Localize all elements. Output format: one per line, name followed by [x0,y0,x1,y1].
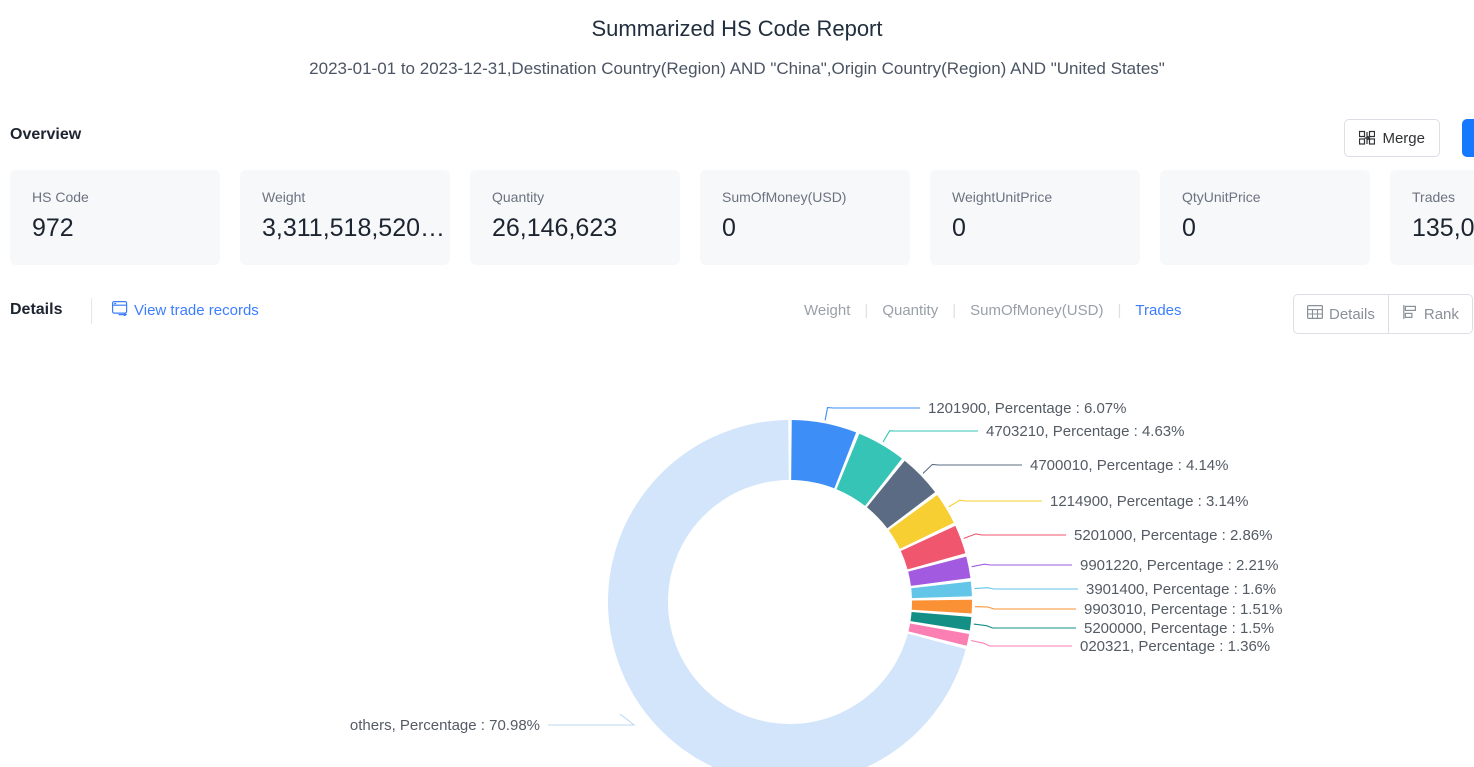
donut-leader-line [948,499,1042,508]
merge-cells-icon [1359,130,1376,146]
donut-slice-label: 9903010, Percentage : 1.51% [1084,601,1283,618]
donut-leader-line [970,639,1072,647]
donut-leader-line [548,713,636,726]
donut-leader-line [824,407,920,421]
bar-rank-icon [1402,304,1418,324]
stat-card-value: 0 [722,214,736,242]
donut-slice-label: 4700010, Percentage : 4.14% [1030,457,1229,474]
stat-card-value: 972 [32,214,74,242]
stat-card-sumofmoney-usd: SumOfMoney(USD) 0 [700,170,910,265]
merge-button-label: Merge [1382,129,1425,147]
stat-card-weightunitprice: WeightUnitPrice 0 [930,170,1140,265]
view-mode-toggle: Details Rank [1293,294,1473,334]
donut-slice-label: 1201900, Percentage : 6.07% [928,400,1127,417]
stat-card-weight: Weight 3,311,518,520… [240,170,450,265]
donut-slice-label: 9901220, Percentage : 2.21% [1080,557,1279,574]
metric-tab-sumofmoney-usd[interactable]: SumOfMoney(USD) [956,302,1117,319]
table-grid-icon [1307,304,1324,324]
stat-card-label: HS Code [32,189,89,205]
details-label: Details [10,301,63,318]
stat-card-label: Quantity [492,189,545,205]
donut-slice[interactable] [911,599,973,614]
stat-card-value: 26,146,623 [492,214,618,242]
stat-card-label: WeightUnitPrice [952,189,1053,205]
stat-card-hs-code: HS Code 972 [10,170,220,265]
donut-slice-label: 020321, Percentage : 1.36% [1080,638,1270,655]
metric-tab-list: Weight | Quantity | SumOfMoney(USD) | Trades [790,302,1196,319]
donut-slice-label: 5201000, Percentage : 2.86% [1074,527,1273,544]
stat-card-label: QtyUnitPrice [1182,189,1261,205]
stat-card-trades: Trades 135,050 [1390,170,1474,265]
donut-chart-svg: 1201900, Percentage : 6.07% 4703210, Perc… [350,400,1283,767]
overview-label: Overview [10,126,82,143]
stat-card-value: 3,311,518,520… [262,214,446,242]
details-divider [91,298,92,324]
view-mode-rank[interactable]: Rank [1389,295,1472,333]
report-page: Summarized HS Code Report 2023-01-01 to … [0,0,1474,767]
view-mode-details[interactable]: Details [1294,295,1389,333]
overview-stat-cards: HS Code 972 Weight 3,311,518,520… Quantity 26… [10,170,1474,265]
hs-code-donut-chart: 1201900, Percentage : 6.07% 4703210, Perc… [0,340,1474,767]
donut-slice-label: 5200000, Percentage : 1.5% [1084,620,1274,637]
view-trade-records-link[interactable]: View trade records [112,301,259,320]
donut-slice-label: 4703210, Percentage : 4.63% [986,423,1185,440]
donut-leader-line [974,587,1078,590]
stat-card-qtyunitprice: QtyUnitPrice 0 [1160,170,1370,265]
metric-tab-weight[interactable]: Weight [790,302,864,319]
stat-card-quantity: Quantity 26,146,623 [470,170,680,265]
metric-tab-trades[interactable]: Trades [1121,302,1195,319]
donut-leader-line [971,563,1072,568]
stat-card-label: Trades [1412,189,1456,205]
donut-slice-label: 1214900, Percentage : 3.14% [1050,493,1249,510]
metric-tab-quantity[interactable]: Quantity [868,302,952,319]
donut-leader-line [922,463,1022,474]
donut-leader-line [974,606,1076,610]
stat-card-value: 0 [1182,214,1196,242]
details-header: Details View trade records Weight | Quanti… [0,294,1474,336]
view-mode-details-label: Details [1329,305,1375,323]
view-trade-records-label: View trade records [134,302,259,319]
primary-action-button-clipped[interactable] [1462,119,1474,157]
stat-card-value: 0 [952,214,966,242]
merge-button[interactable]: Merge [1344,119,1440,157]
view-mode-rank-label: Rank [1423,305,1459,323]
donut-leader-line [882,430,978,443]
page-subtitle: 2023-01-01 to 2023-12-31,Destination Cou… [309,59,1165,78]
donut-leader-line [973,623,1076,629]
overview-header: Overview Merge [0,119,1474,162]
page-title: Summarized HS Code Report [591,16,883,41]
donut-slice-label: 3901400, Percentage : 1.6% [1086,581,1276,598]
stat-card-value: 135,050 [1412,214,1474,242]
stat-card-label: Weight [262,189,306,205]
stat-card-label: SumOfMoney(USD) [722,189,847,205]
export-window-icon [112,301,128,320]
donut-leader-line [963,533,1066,539]
donut-slice-label: others, Percentage : 70.98% [350,717,540,734]
